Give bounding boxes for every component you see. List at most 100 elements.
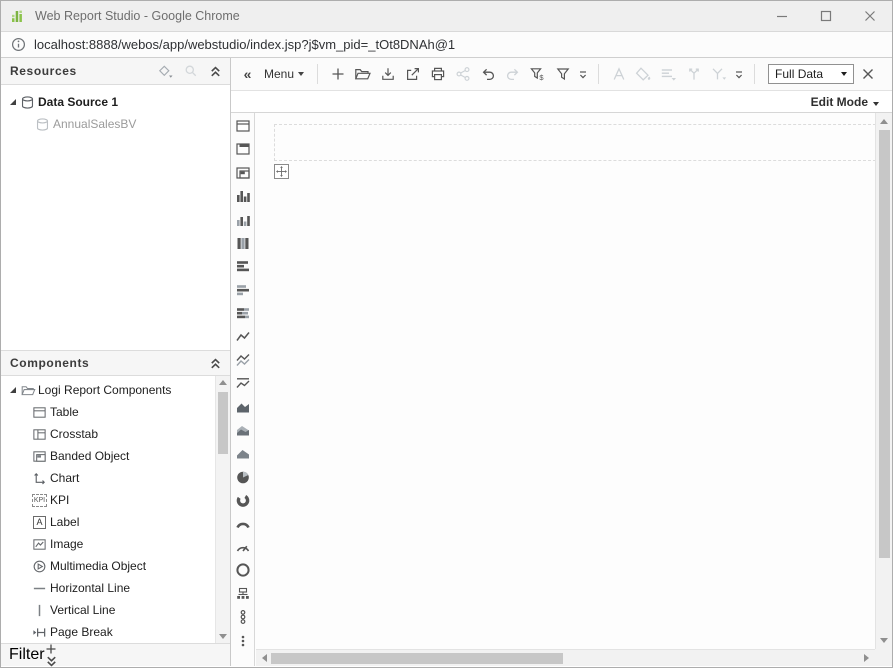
pie-chart-icon[interactable] — [235, 469, 251, 485]
component-item-label: Page Break — [50, 625, 113, 639]
filter-button[interactable] — [551, 62, 574, 86]
bar-chart-icon[interactable] — [235, 188, 251, 204]
logi-favicon — [10, 8, 26, 24]
business-view-icon — [34, 117, 51, 132]
layered-area-chart-icon[interactable] — [235, 422, 251, 438]
component-item-image[interactable]: Image — [1, 533, 230, 555]
add-icon[interactable] — [45, 643, 58, 655]
kpi-icon: KPI — [31, 494, 48, 507]
line-chart-icon[interactable] — [235, 329, 251, 345]
filter-panel-header: Filter — [1, 643, 230, 666]
overlay-line-chart-icon[interactable] — [235, 375, 251, 391]
sort-diamond-icon[interactable] — [157, 64, 173, 79]
component-item-vertical-line[interactable]: Vertical Line — [1, 599, 230, 621]
more-options-icon[interactable] — [732, 62, 746, 86]
column-chart-icon[interactable] — [235, 235, 251, 251]
report-canvas[interactable] — [256, 113, 875, 649]
edit-mode-button[interactable]: Edit Mode — [811, 95, 879, 109]
expand-panel-icon[interactable] — [45, 655, 58, 668]
component-item-horizontal-line[interactable]: Horizontal Line — [1, 577, 230, 599]
horizontal-bench-chart-icon[interactable] — [235, 282, 251, 298]
scroll-up-icon[interactable] — [876, 119, 892, 124]
donut-chart-icon[interactable] — [235, 492, 251, 508]
org-chart-icon[interactable] — [235, 586, 251, 602]
open-folder-button[interactable] — [351, 62, 374, 86]
data-source-icon — [19, 95, 36, 110]
canvas-vertical-scrollbar[interactable] — [875, 113, 892, 649]
multi-line-chart-icon[interactable] — [235, 352, 251, 368]
more-options-icon[interactable] — [576, 62, 590, 86]
scroll-right-icon[interactable] — [864, 650, 869, 666]
view-mode-select[interactable]: Full Data — [768, 64, 854, 84]
info-icon[interactable] — [11, 37, 26, 52]
address-bar[interactable]: localhost:8888/webos/app/webstudio/index… — [1, 32, 892, 58]
bench-chart-icon[interactable] — [235, 212, 251, 228]
tree-item-data-source[interactable]: Data Source 1 — [1, 91, 230, 113]
close-report-button[interactable] — [856, 62, 879, 86]
more-icon[interactable] — [235, 633, 251, 649]
component-item-page-break[interactable]: Page Break — [1, 621, 230, 643]
search-icon[interactable] — [184, 64, 198, 78]
resources-panel-header: Resources — [1, 58, 230, 85]
app-frame: Resources Data Source 1 AnnualSalesBV — [1, 58, 892, 666]
component-item-label[interactable]: A Label — [1, 511, 230, 533]
move-handle[interactable] — [274, 164, 289, 179]
filter-values-button[interactable]: $ — [526, 62, 549, 86]
component-item-crosstab[interactable]: Crosstab — [1, 423, 230, 445]
tree-item-business-view[interactable]: AnnualSalesBV — [1, 113, 230, 135]
gauge-chart-icon[interactable] — [235, 539, 251, 555]
redo-button[interactable] — [501, 62, 524, 86]
undo-button[interactable] — [476, 62, 499, 86]
maximize-button[interactable] — [804, 1, 848, 31]
save-button[interactable] — [376, 62, 399, 86]
report-band[interactable] — [274, 124, 875, 161]
circle-chart-icon[interactable] — [235, 562, 251, 578]
font-button[interactable] — [607, 62, 630, 86]
close-window-button[interactable] — [848, 1, 892, 31]
scroll-left-icon[interactable] — [262, 650, 267, 666]
scrollbar-thumb[interactable] — [218, 392, 228, 454]
scroll-down-icon[interactable] — [876, 638, 892, 643]
collapse-panel-icon[interactable] — [209, 65, 222, 78]
scrollbar-thumb[interactable] — [879, 130, 890, 558]
export-button[interactable] — [401, 62, 424, 86]
join-button[interactable] — [707, 62, 730, 86]
scroll-down-icon[interactable] — [216, 634, 230, 639]
stacked-area-chart-icon[interactable] — [235, 445, 251, 461]
horizontal-bar-chart-icon[interactable] — [235, 258, 251, 274]
expander-icon[interactable] — [7, 97, 19, 107]
tree-item-label: Logi Report Components — [38, 383, 171, 397]
horizontal-stacked-chart-icon[interactable] — [235, 305, 251, 321]
banded-object-icon[interactable] — [235, 165, 251, 181]
component-item-table[interactable]: Table — [1, 401, 230, 423]
align-button[interactable] — [657, 62, 680, 86]
component-item-banded-object[interactable]: Banded Object — [1, 445, 230, 467]
scroll-up-icon[interactable] — [216, 380, 230, 385]
print-button[interactable] — [426, 62, 449, 86]
collapse-sidebar-button[interactable]: « — [236, 62, 259, 86]
menu-button[interactable]: Menu — [264, 67, 304, 81]
fill-color-button[interactable] — [632, 62, 655, 86]
area-chart-icon[interactable] — [235, 399, 251, 415]
arc-chart-icon[interactable] — [235, 516, 251, 532]
component-item-chart[interactable]: Chart — [1, 467, 230, 489]
vertical-line-icon — [31, 603, 48, 618]
new-button[interactable] — [326, 62, 349, 86]
tree-item-logi-report-components[interactable]: Logi Report Components — [1, 379, 230, 401]
components-scrollbar[interactable] — [215, 376, 230, 643]
scrollbar-thumb[interactable] — [271, 653, 563, 664]
component-item-label: Table — [50, 405, 79, 419]
minimize-button[interactable] — [760, 1, 804, 31]
expander-icon[interactable] — [7, 385, 19, 395]
merge-split-button[interactable] — [682, 62, 705, 86]
url-text[interactable]: localhost:8888/webos/app/webstudio/index… — [34, 37, 455, 52]
share-button[interactable] — [451, 62, 474, 86]
component-item-kpi[interactable]: KPI KPI — [1, 489, 230, 511]
collapse-panel-icon[interactable] — [209, 357, 222, 370]
chevron-down-icon — [873, 102, 879, 106]
bubble-chart-icon[interactable] — [235, 609, 251, 625]
canvas-horizontal-scrollbar[interactable] — [256, 649, 875, 666]
table-icon[interactable] — [235, 118, 251, 134]
crosstab-icon[interactable] — [235, 141, 251, 157]
component-item-multimedia-object[interactable]: Multimedia Object — [1, 555, 230, 577]
